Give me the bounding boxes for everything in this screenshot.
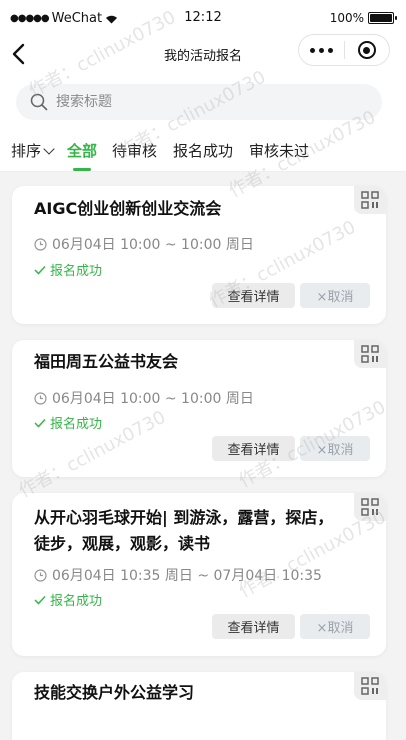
battery-percent: 100% [329,11,364,25]
card-title: 从开心羽毛球开始| 到游泳，露营，探店，徒步，观展，观影，读书 [34,508,334,553]
cancel-button[interactable]: ×取消 [300,283,370,308]
more-dots-icon [310,47,315,53]
mini-program-capsule [298,34,390,66]
filter-tabs: 排序 全部 待审核 报名成功 审核未过 [0,128,406,172]
cancel-button[interactable]: ×取消 [300,614,370,639]
tab-all[interactable]: 全部 [67,140,97,161]
card-status: 报名成功 [34,413,102,432]
chevron-down-icon [43,143,55,155]
card-title: AIGC创业创新创业交流会 [34,199,222,218]
clock-icon [34,391,47,405]
chevron-left-icon [12,43,25,65]
tab-pending[interactable]: 待审核 [112,140,157,161]
close-mini-program-button[interactable] [345,35,389,65]
card-title: 技能交换户外公益学习 [34,683,195,702]
card-status-text: 报名成功 [50,264,103,279]
qrcode-icon [361,345,379,363]
registration-list: AIGC创业创新创业交流会 06月04日 10:00 ~ 10:00 周日 报名… [0,172,406,740]
battery-icon [368,12,397,24]
card-time: 06月04日 10:00 ~ 10:00 周日 [34,234,254,254]
qrcode-button[interactable] [354,340,386,368]
qrcode-icon [361,191,379,209]
card-status-text: 报名成功 [50,594,103,609]
card-time: 06月04日 10:35 周日 ~ 07月04日 10:35 [34,565,322,585]
view-details-button[interactable]: 查看详情 [212,283,295,308]
more-button[interactable] [299,35,344,65]
qrcode-button[interactable] [354,493,386,521]
cancel-button[interactable]: ×取消 [300,436,370,461]
check-icon [34,265,46,275]
registration-card[interactable]: 技能交换户外公益学习 [12,672,386,740]
search-input[interactable] [56,94,356,110]
card-time-text: 06月04日 10:00 ~ 10:00 周日 [52,237,254,253]
registration-card[interactable]: 福田周五公益书友会 06月04日 10:00 ~ 10:00 周日 报名成功 查… [12,340,386,477]
search-box[interactable] [16,84,382,120]
card-time-text: 06月04日 10:00 ~ 10:00 周日 [52,391,254,407]
card-time-text: 06月04日 10:35 周日 ~ 07月04日 10:35 [52,568,322,584]
clock-icon [34,568,47,582]
clock-icon [34,237,47,251]
search-bar [0,76,406,128]
nav-bar: 我的活动报名 [0,30,406,76]
sort-dropdown[interactable]: 排序 [11,140,55,161]
card-status-text: 报名成功 [50,417,103,432]
qrcode-button[interactable] [354,186,386,214]
tab-approved[interactable]: 报名成功 [173,140,233,161]
back-button[interactable] [8,40,32,68]
registration-card[interactable]: AIGC创业创新创业交流会 06月04日 10:00 ~ 10:00 周日 报名… [12,186,386,324]
registration-card[interactable]: 从开心羽毛球开始| 到游泳，露营，探店，徒步，观展，观影，读书 06月04日 1… [12,493,386,656]
view-details-button[interactable]: 查看详情 [212,436,295,461]
card-status: 报名成功 [34,590,102,609]
card-title: 福田周五公益书友会 [34,352,179,371]
check-icon [34,595,46,605]
card-status: 报名成功 [34,260,102,279]
tab-rejected[interactable]: 审核未过 [249,140,309,161]
search-icon [30,93,48,111]
check-icon [34,418,46,428]
qrcode-icon [361,498,379,516]
qrcode-button[interactable] [354,672,386,700]
qrcode-icon [361,677,379,695]
sort-label: 排序 [11,142,42,160]
card-time: 06月04日 10:00 ~ 10:00 周日 [34,388,254,408]
target-icon [357,41,376,59]
active-tab-indicator [73,168,91,171]
view-details-button[interactable]: 查看详情 [212,614,295,639]
